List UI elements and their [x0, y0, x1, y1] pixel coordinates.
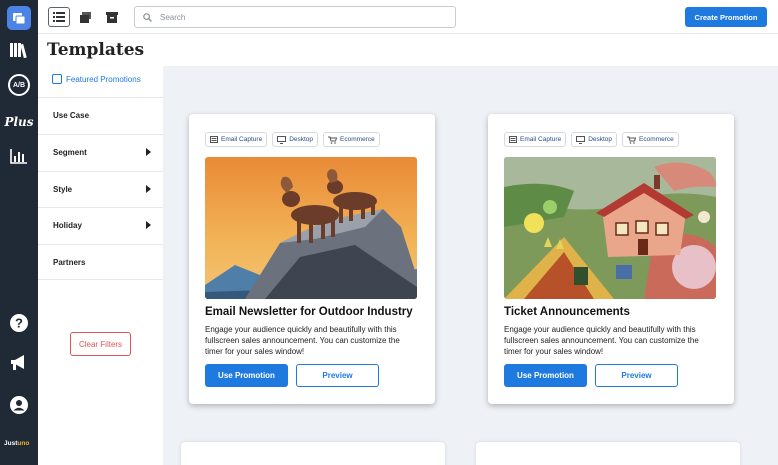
tag-email-capture: Email Capture — [205, 132, 268, 147]
caret-right-icon — [146, 148, 151, 156]
template-description: Engage your audience quickly and beautif… — [205, 325, 400, 356]
preview-button[interactable]: Preview — [296, 364, 379, 387]
filter-holiday[interactable]: Holiday — [38, 207, 163, 243]
filter-style[interactable]: Style — [38, 171, 163, 207]
tag-label: Desktop — [588, 136, 613, 143]
left-rail: A/B Plus ? Justuno — [0, 0, 38, 465]
tag-label: Desktop — [289, 136, 314, 143]
template-title: Ticket Announcements — [504, 306, 630, 318]
featured-promotions-checkbox[interactable]: Featured Promotions — [52, 74, 141, 84]
template-card[interactable]: Email Capture Desktop Ecommerce — [189, 114, 435, 404]
templates-grid: Email Capture Desktop Ecommerce Email Ne… — [163, 66, 778, 465]
brand-suffix: uno — [17, 440, 30, 447]
tag-ecommerce: Ecommerce — [323, 132, 380, 147]
analytics-icon[interactable] — [7, 144, 31, 168]
filter-use-case[interactable]: Use Case — [38, 97, 163, 133]
plus-label: Plus — [4, 115, 34, 129]
list-view-button[interactable] — [48, 7, 70, 27]
search-placeholder: Search — [160, 12, 186, 22]
ab-label: A/B — [12, 81, 26, 89]
template-description: Engage your audience quickly and beautif… — [504, 325, 699, 356]
svg-text:?: ? — [15, 316, 23, 331]
brand-prefix: Just — [4, 440, 18, 447]
brand-logo: Justuno — [4, 440, 29, 447]
help-icon[interactable]: ? — [7, 311, 31, 335]
account-icon[interactable] — [7, 393, 31, 417]
announcement-icon[interactable] — [7, 351, 31, 375]
tag-desktop: Desktop — [571, 132, 618, 147]
use-promotion-button[interactable]: Use Promotion — [205, 364, 288, 387]
plus-icon[interactable]: Plus — [4, 110, 34, 134]
featured-label: Featured Promotions — [66, 74, 141, 84]
desktop-icon — [277, 135, 287, 144]
filter-label: Partners — [53, 257, 86, 267]
search-input[interactable]: Search — [134, 6, 456, 28]
archive-icon — [106, 11, 118, 23]
library-icon[interactable] — [7, 38, 31, 62]
tag-label: Ecommerce — [340, 136, 375, 143]
list-icon — [53, 12, 65, 22]
archive-button[interactable] — [101, 7, 123, 27]
filter-label: Use Case — [53, 111, 90, 120]
email-icon — [210, 136, 218, 143]
email-icon — [509, 136, 517, 143]
preview-button[interactable]: Preview — [595, 364, 678, 387]
template-card-partial[interactable] — [181, 442, 445, 465]
tag-label: Email Capture — [520, 136, 562, 143]
desktop-icon — [576, 135, 586, 144]
tag-label: Email Capture — [221, 136, 263, 143]
cart-icon — [627, 136, 637, 144]
template-thumbnail-image[interactable] — [205, 157, 417, 299]
template-thumbnail-image[interactable] — [504, 157, 716, 299]
ab-test-icon[interactable]: A/B — [8, 74, 30, 96]
tag-list: Email Capture Desktop Ecommerce — [504, 132, 679, 147]
filter-label: Segment — [53, 148, 87, 157]
filter-segment[interactable]: Segment — [38, 134, 163, 170]
search-icon — [143, 12, 152, 22]
use-promotion-button[interactable]: Use Promotion — [504, 364, 587, 387]
template-title: Email Newsletter for Outdoor Industry — [205, 306, 413, 318]
top-bar: Search Create Promotion — [38, 0, 778, 34]
templates-nav-icon[interactable] — [7, 6, 31, 30]
filter-label: Style — [53, 185, 73, 194]
checkbox-icon[interactable] — [52, 74, 62, 84]
tag-ecommerce: Ecommerce — [622, 132, 679, 147]
tag-email-capture: Email Capture — [504, 132, 567, 147]
tag-list: Email Capture Desktop Ecommerce — [205, 132, 380, 147]
filter-panel: Featured Promotions Use Case Segment Sty… — [38, 66, 163, 465]
stack-view-button[interactable] — [75, 7, 97, 27]
stack-icon — [80, 11, 91, 23]
filter-label: Holiday — [53, 221, 82, 230]
page-title: Templates — [47, 40, 145, 60]
tag-desktop: Desktop — [272, 132, 319, 147]
tag-label: Ecommerce — [639, 136, 674, 143]
create-promotion-button[interactable]: Create Promotion — [685, 7, 767, 27]
filter-partners[interactable]: Partners — [38, 244, 163, 280]
caret-right-icon — [146, 221, 151, 229]
template-card[interactable]: Email Capture Desktop Ecommerce — [488, 114, 734, 404]
template-card-partial[interactable] — [476, 442, 740, 465]
cart-icon — [328, 136, 338, 144]
clear-filters-button[interactable]: Clear Filters — [70, 332, 131, 356]
caret-right-icon — [146, 185, 151, 193]
